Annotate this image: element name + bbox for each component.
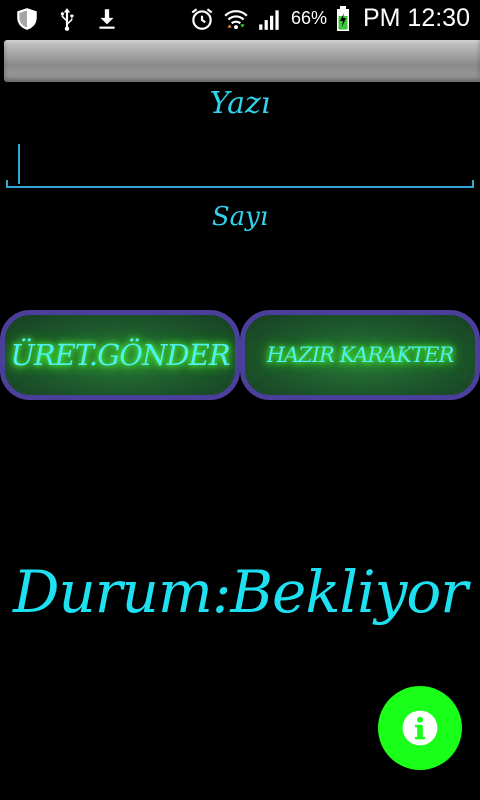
info-fab-button[interactable] [378, 686, 462, 770]
app-screen: 66% PM 12:30 Yazı Sayı ÜRET.GÖNDER HAZIR… [0, 0, 480, 800]
status-text: Durum:Bekliyor [12, 558, 468, 626]
wifi-icon [224, 9, 248, 29]
text-input[interactable] [6, 140, 478, 192]
number-label: Sayı [211, 202, 269, 232]
action-bar [4, 40, 480, 82]
shield-icon [17, 8, 37, 30]
signal-icon [259, 9, 279, 30]
info-icon [402, 710, 438, 746]
generate-send-button[interactable]: ÜRET.GÖNDER [0, 310, 240, 400]
text-field-label: Yazı [209, 86, 271, 121]
ready-character-button[interactable]: HAZIR KARAKTER [240, 310, 480, 400]
clock-time: PM 12:30 [362, 4, 470, 32]
generate-send-button-label: ÜRET.GÖNDER [10, 338, 230, 372]
text-field-underline-right-tick [472, 180, 474, 188]
text-field-underline-left-tick [6, 180, 8, 188]
download-icon [99, 9, 115, 29]
battery-percent: 66% [290, 8, 327, 28]
ready-character-button-label: HAZIR KARAKTER [266, 343, 455, 367]
text-cursor [18, 144, 20, 184]
status-bar-right: 66% PM 12:30 [189, 4, 470, 33]
battery-charging-icon [336, 5, 349, 31]
status-bar-left [14, 6, 120, 32]
usb-icon [60, 8, 74, 31]
text-field-underline [6, 186, 474, 188]
alarm-icon [191, 7, 213, 30]
status-bar: 66% PM 12:30 [0, 0, 480, 38]
